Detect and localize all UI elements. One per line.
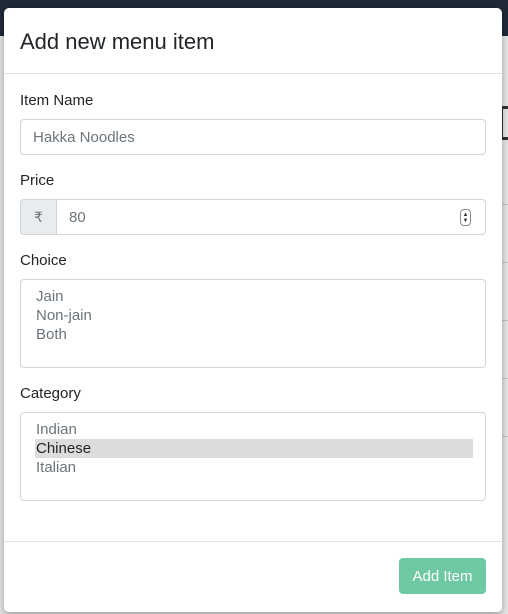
price-group: Price ₹ 80 ▲ ▼ <box>20 172 486 235</box>
category-group: Category Indian Chinese Italian <box>20 385 486 501</box>
category-label: Category <box>20 385 81 402</box>
price-input-group: ₹ 80 ▲ ▼ <box>20 199 486 235</box>
background-divider <box>502 378 508 379</box>
number-spinner[interactable]: ▲ ▼ <box>460 209 471 226</box>
price-input[interactable]: 80 ▲ ▼ <box>56 199 486 235</box>
modal-title: Add new menu item <box>20 29 215 54</box>
add-menu-item-modal: Add new menu item Item Name Hakka Noodle… <box>4 8 502 612</box>
item-name-label: Item Name <box>20 92 94 109</box>
choice-group: Choice Jain Non-jain Both <box>20 252 486 368</box>
category-option-indian[interactable]: Indian <box>35 420 473 439</box>
price-label: Price <box>20 172 55 189</box>
spin-down-icon[interactable]: ▼ <box>463 218 469 224</box>
modal-header: Add new menu item <box>4 8 502 74</box>
item-name-group: Item Name Hakka Noodles <box>20 92 486 155</box>
choice-option-non-jain[interactable]: Non-jain <box>35 306 473 325</box>
price-placeholder: 80 <box>69 208 86 226</box>
background-divider <box>502 262 508 263</box>
choice-select[interactable]: Jain Non-jain Both <box>20 279 486 368</box>
modal-body: Item Name Hakka Noodles Price ₹ 80 ▲ ▼ C… <box>4 74 502 541</box>
category-option-chinese[interactable]: Chinese <box>35 439 473 458</box>
category-select[interactable]: Indian Chinese Italian <box>20 412 486 501</box>
background-divider <box>502 320 508 321</box>
choice-label: Choice <box>20 252 67 269</box>
rupee-icon: ₹ <box>20 199 56 235</box>
category-option-italian[interactable]: Italian <box>35 458 473 477</box>
modal-footer: Add Item <box>4 541 502 612</box>
choice-option-both[interactable]: Both <box>35 325 473 344</box>
background-divider <box>502 436 508 437</box>
choice-option-jain[interactable]: Jain <box>35 287 473 306</box>
background-divider <box>502 204 508 205</box>
item-name-input[interactable]: Hakka Noodles <box>20 119 486 155</box>
add-item-button[interactable]: Add Item <box>399 558 486 594</box>
